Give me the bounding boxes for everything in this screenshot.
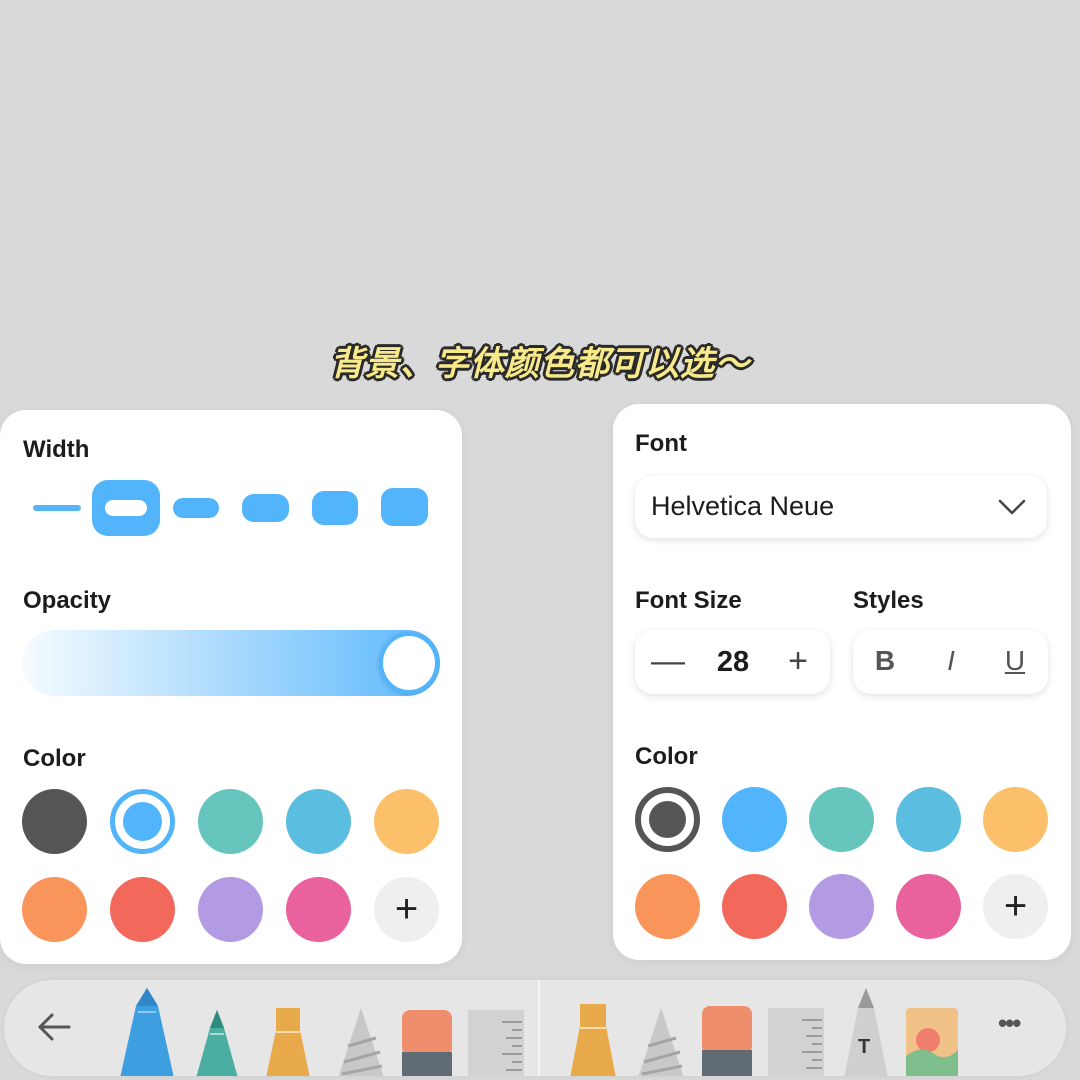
highlighter-tool-icon[interactable] bbox=[566, 1002, 620, 1076]
color-label: Color bbox=[23, 745, 86, 772]
stroke-width-option-4[interactable] bbox=[242, 494, 289, 522]
canvas: 背景、字体颜色都可以选～ Width Opacity Color + Font … bbox=[0, 0, 1080, 1080]
text-tool-label: T bbox=[858, 1036, 871, 1058]
text-color-swatch-dark-gray-selected[interactable] bbox=[635, 787, 700, 852]
font-size-label: Font Size bbox=[635, 587, 742, 614]
text-color-swatch-purple[interactable] bbox=[809, 874, 874, 939]
color-swatch-blue-selected[interactable] bbox=[110, 789, 175, 854]
add-color-button[interactable]: + bbox=[374, 877, 439, 942]
text-settings-panel: Font Helvetica Neue Font Size Styles — 2… bbox=[613, 404, 1071, 960]
caption-subtitle: 背景、字体颜色都可以选～ bbox=[330, 344, 750, 384]
text-color-swatch-teal[interactable] bbox=[809, 787, 874, 852]
pencil-tool-icon[interactable] bbox=[334, 1006, 388, 1076]
font-dropdown-value: Helvetica Neue bbox=[651, 491, 835, 521]
decrease-font-size-button[interactable]: — bbox=[645, 638, 691, 686]
pencil-tool-icon[interactable] bbox=[634, 1006, 688, 1076]
opacity-slider-thumb[interactable] bbox=[379, 632, 439, 694]
text-color-label: Color bbox=[635, 743, 698, 770]
color-swatch-purple[interactable] bbox=[198, 877, 263, 942]
arrow-left-icon[interactable] bbox=[36, 1012, 72, 1042]
eraser-tool-icon[interactable] bbox=[698, 1004, 756, 1076]
font-dropdown[interactable]: Helvetica Neue bbox=[635, 476, 1047, 538]
color-swatch-dark-gray[interactable] bbox=[22, 789, 87, 854]
opacity-slider[interactable] bbox=[22, 630, 440, 696]
bold-button[interactable]: B bbox=[865, 645, 905, 681]
add-text-color-button[interactable]: + bbox=[983, 874, 1048, 939]
text-tool[interactable]: T bbox=[840, 986, 892, 1076]
text-pen-icon bbox=[844, 988, 888, 1076]
drawing-toolbar: T ••• bbox=[4, 980, 1066, 1076]
text-color-swatch-red[interactable] bbox=[722, 874, 787, 939]
stroke-width-option-5[interactable] bbox=[312, 491, 358, 525]
text-color-swatch-yellow[interactable] bbox=[983, 787, 1048, 852]
highlighter-tool-icon[interactable] bbox=[262, 1006, 314, 1076]
color-swatch-red[interactable] bbox=[110, 877, 175, 942]
styles-label: Styles bbox=[853, 587, 924, 614]
color-swatch-teal[interactable] bbox=[198, 789, 263, 854]
eraser-tool-icon[interactable] bbox=[398, 1008, 456, 1076]
marker-tool-icon[interactable] bbox=[192, 1008, 242, 1076]
increase-font-size-button[interactable]: + bbox=[775, 638, 821, 686]
opacity-label: Opacity bbox=[23, 587, 112, 614]
font-size-stepper: — 28 + bbox=[635, 630, 830, 694]
font-size-value: 28 bbox=[716, 646, 750, 678]
font-label: Font bbox=[635, 430, 687, 457]
text-color-swatch-blue[interactable] bbox=[722, 787, 787, 852]
width-label: Width bbox=[23, 436, 90, 463]
text-color-swatch-sky[interactable] bbox=[896, 787, 961, 852]
image-tool-icon[interactable] bbox=[904, 1006, 960, 1076]
stroke-width-option-6[interactable] bbox=[381, 488, 428, 526]
stroke-width-option-1[interactable] bbox=[33, 505, 81, 511]
text-color-swatch-pink[interactable] bbox=[896, 874, 961, 939]
toolbar-divider bbox=[538, 980, 540, 1076]
underline-button[interactable]: U bbox=[995, 645, 1035, 681]
text-styles-group: B I U bbox=[853, 630, 1048, 694]
color-swatch-sky[interactable] bbox=[286, 789, 351, 854]
text-color-swatch-orange[interactable] bbox=[635, 874, 700, 939]
italic-button[interactable]: I bbox=[931, 645, 971, 681]
pen-tool-icon[interactable] bbox=[116, 986, 178, 1076]
chevron-down-icon bbox=[998, 499, 1026, 515]
ruler-tool-icon[interactable] bbox=[466, 1008, 526, 1076]
ruler-tool-icon[interactable] bbox=[766, 1006, 826, 1076]
more-options-button[interactable]: ••• bbox=[998, 1008, 1021, 1039]
color-swatch-pink[interactable] bbox=[286, 877, 351, 942]
color-swatch-yellow[interactable] bbox=[374, 789, 439, 854]
stroke-width-option-3[interactable] bbox=[173, 498, 219, 518]
stroke-width-option-2-selected[interactable] bbox=[92, 480, 160, 536]
pen-settings-panel: Width Opacity Color + bbox=[0, 410, 462, 964]
color-swatch-orange[interactable] bbox=[22, 877, 87, 942]
